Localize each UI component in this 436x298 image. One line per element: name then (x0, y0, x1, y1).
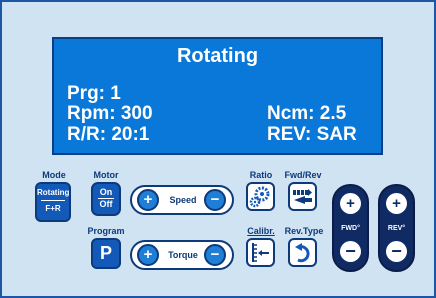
fwd-label: FWD° (341, 225, 360, 232)
torque-control: + Torque − (130, 240, 234, 270)
program-button[interactable]: P (91, 238, 121, 269)
fwdrev-button[interactable] (288, 182, 317, 211)
revtype-label: Rev.Type (284, 226, 324, 236)
reverse-rotation-icon (295, 243, 310, 263)
calibr-button[interactable] (246, 238, 275, 267)
rev-minus-button[interactable]: − (386, 241, 407, 262)
speed-control: + Speed − (130, 185, 234, 215)
speed-label: Speed (169, 195, 197, 205)
display-ncm: Ncm: 2.5 (267, 103, 347, 124)
mode-button[interactable]: Rotating F+R (35, 182, 71, 222)
display-program: Prg: 1 (67, 83, 121, 104)
motor-off-label: Off (98, 198, 114, 209)
control-panel: Rotating Prg: 1 Rpm: 300 Ncm: 2.5 R/R: 2… (0, 0, 436, 298)
fwd-minus-button[interactable]: − (340, 241, 361, 262)
motor-button[interactable]: On Off (91, 182, 121, 216)
gears-icon (249, 186, 270, 208)
lcd-display: Rotating Prg: 1 Rpm: 300 Ncm: 2.5 R/R: 2… (52, 37, 383, 155)
display-rpm: Rpm: 300 (67, 103, 153, 124)
fwdrev-label: Fwd/Rev (284, 170, 322, 180)
mode-bottom-label: F+R (45, 204, 61, 213)
program-key: P (99, 243, 112, 263)
mode-label: Mode (42, 170, 66, 180)
program-label: Program (87, 226, 125, 236)
display-ratio: R/R: 20:1 (67, 124, 150, 145)
fwd-plus-button[interactable]: + (340, 193, 361, 214)
rev-label: REV° (387, 225, 406, 232)
rev-angle-control: + REV° − (378, 184, 415, 272)
display-title: Rotating (176, 45, 259, 67)
rev-plus-button[interactable]: + (386, 193, 407, 214)
calibration-icon (252, 243, 269, 262)
motor-on-label: On (99, 187, 113, 197)
ratio-label: Ratio (249, 170, 273, 180)
speed-minus-button[interactable]: − (204, 189, 226, 211)
torque-minus-button[interactable]: − (204, 244, 226, 266)
forward-reverse-icon (293, 189, 312, 204)
motor-label: Motor (93, 170, 119, 180)
fwd-angle-control: + FWD° − (332, 184, 369, 272)
torque-label: Torque (168, 250, 198, 260)
ratio-button[interactable] (246, 182, 275, 211)
mode-divider (41, 200, 65, 201)
revtype-button[interactable] (288, 238, 317, 267)
mode-top-label: Rotating (37, 188, 70, 197)
torque-plus-button[interactable]: + (137, 244, 159, 266)
calibr-label: Calibr. (247, 226, 275, 236)
display-rev: REV: SAR (267, 124, 357, 145)
speed-plus-button[interactable]: + (137, 189, 159, 211)
